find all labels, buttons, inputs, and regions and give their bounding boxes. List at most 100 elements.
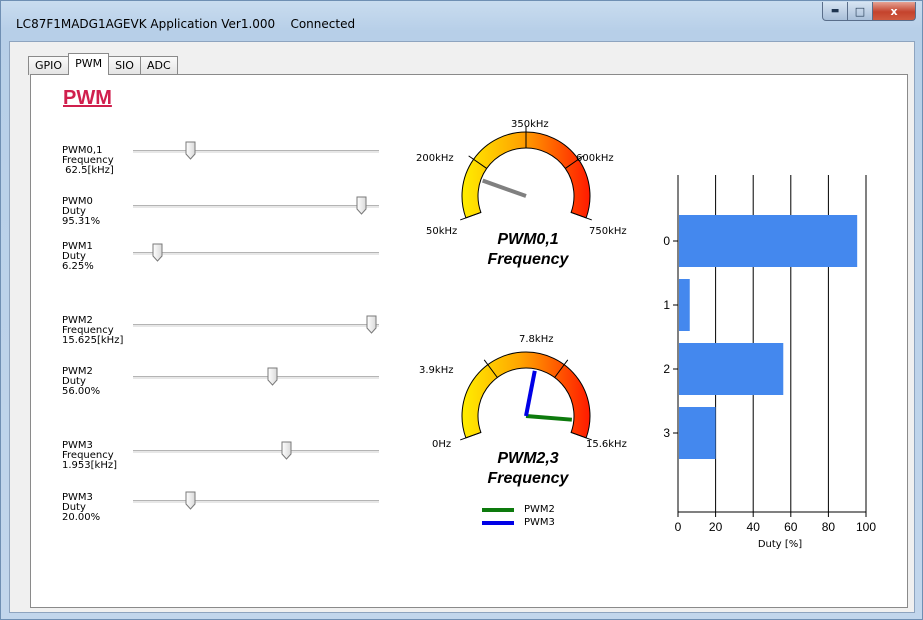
slider-track [133, 376, 379, 380]
gauge1-tick-label: 50kHz [426, 226, 458, 237]
window-title: LC87F1MADG1AGEVK Application Ver1.000 Co… [16, 17, 356, 31]
pwm3-duty-slider[interactable] [133, 490, 379, 512]
page-title: PWM [63, 87, 112, 109]
pwm23-frequency-gauge [451, 341, 601, 461]
gauge-needle [481, 178, 527, 198]
y-tick-label: 3 [663, 426, 670, 440]
gauge2-tick-label: 7.8kHz [519, 334, 554, 345]
legend-label: PWM3 [524, 517, 555, 528]
title-bar[interactable]: LC87F1MADG1AGEVK Application Ver1.000 Co… [1, 1, 922, 41]
pwm-panel: PWM PWM0,1 Frequency 62.5[kHz] PWM0 Duty… [30, 74, 908, 608]
slider-label-pwm3-frequency: PWM3 Frequency 1.953[kHz] [62, 441, 117, 471]
close-button[interactable]: x [873, 2, 916, 21]
slider-thumb-shape [281, 441, 292, 460]
slider-track [133, 252, 379, 256]
slider-thumb[interactable] [152, 243, 163, 262]
maximize-button[interactable]: □ [848, 2, 873, 21]
slider-thumb-shape [185, 141, 196, 160]
bar [679, 215, 858, 267]
slider-label-pwm01-frequency: PWM0,1 Frequency 62.5[kHz] [62, 146, 114, 176]
slider-thumb[interactable] [185, 141, 196, 160]
x-tick-label: 20 [709, 520, 723, 534]
gauge2-legend: PWM2 PWM3 [482, 503, 555, 529]
slider-thumb[interactable] [267, 367, 278, 386]
slider-thumb-body [152, 243, 163, 262]
minimize-button[interactable]: ▬ [822, 2, 848, 21]
bar [679, 343, 784, 395]
slider-thumb-body [281, 441, 292, 460]
slider-label-pwm0-duty: PWM0 Duty 95.31% [62, 197, 100, 227]
gauge2-tick-label: 15.6kHz [586, 439, 627, 450]
slider-thumb-body [356, 196, 367, 215]
slider-label-pwm3-duty: PWM3 Duty 20.00% [62, 493, 100, 523]
pwm0-duty-slider[interactable] [133, 195, 379, 217]
slider-label-pwm2-frequency: PWM2 Frequency 15.625[kHz] [62, 316, 123, 346]
pwm3-frequency-slider[interactable] [133, 440, 379, 462]
gauge-needle [525, 414, 573, 422]
slider-track [133, 205, 379, 209]
pwm2-frequency-slider[interactable] [133, 314, 379, 336]
chart-svg: 0 20 40 60 80 100 0 1 2 3 Duty [%] [663, 175, 876, 550]
tab-gpio[interactable]: GPIO [28, 56, 70, 75]
label-line: 56.00% [62, 386, 101, 397]
slider-thumb-shape [152, 243, 163, 262]
slider-thumb[interactable] [356, 196, 367, 215]
slider-track [133, 450, 379, 454]
gauge1-tick-label: 600kHz [576, 153, 614, 164]
gauge2-tick-label: 3.9kHz [419, 365, 454, 376]
gauge1-tick-label: 200kHz [416, 153, 454, 164]
gauge2-subtitle: Frequency [487, 470, 569, 487]
gauge2-tick-label: 0Hz [432, 439, 452, 450]
slider-thumb[interactable] [366, 315, 377, 334]
slider-track [133, 500, 379, 504]
gauge1-tick-label: 350kHz [511, 119, 549, 130]
y-tick-label: 1 [663, 298, 670, 312]
pwm01-frequency-slider[interactable] [133, 140, 379, 162]
tab-adc[interactable]: ADC [139, 56, 178, 75]
label-line: 15.625[kHz] [62, 335, 124, 346]
slider-thumb-body [366, 315, 377, 334]
x-tick-label: 0 [675, 520, 682, 534]
tab-sio[interactable]: SIO [108, 56, 141, 75]
legend-swatch [482, 520, 514, 525]
slider-track [133, 150, 379, 154]
gauge-svg [460, 351, 592, 441]
label-line: 1.953[kHz] [62, 460, 117, 471]
pwm2-duty-slider[interactable] [133, 366, 379, 388]
label-line: 20.00% [62, 512, 101, 523]
pwm1-duty-slider[interactable] [133, 242, 379, 264]
y-tick-label: 2 [663, 362, 670, 376]
slider-thumb-body [185, 491, 196, 510]
bar [679, 407, 716, 459]
label-line: 6.25% [62, 261, 94, 272]
slider-thumb-shape [356, 196, 367, 215]
app-window: LC87F1MADG1AGEVK Application Ver1.000 Co… [0, 0, 923, 620]
close-icon: x [890, 4, 898, 18]
client-area: GPIO PWM SIO ADC PWM PWM0,1 Frequency 62… [9, 41, 915, 613]
tab-pwm[interactable]: PWM [68, 53, 110, 75]
gauge2-title: PWM2,3 [497, 450, 559, 467]
slider-thumb[interactable] [281, 441, 292, 460]
label-line: 62.5[kHz] [62, 165, 114, 176]
slider-thumb-shape [366, 315, 377, 334]
y-tick-label: 0 [663, 234, 670, 248]
x-tick-label: 80 [822, 520, 836, 534]
slider-thumb-shape [185, 491, 196, 510]
slider-label-pwm1-duty: PWM1 Duty 6.25% [62, 242, 94, 272]
tab-strip: GPIO PWM SIO ADC [28, 53, 178, 75]
legend-item: PWM2 [482, 503, 555, 516]
slider-thumb-body [267, 367, 278, 386]
slider-thumb-body [185, 141, 196, 160]
legend-item: PWM3 [482, 516, 555, 529]
gauge-needle [524, 370, 537, 417]
x-axis-label: Duty [%] [758, 539, 802, 550]
slider-thumb[interactable] [185, 491, 196, 510]
legend-swatch [482, 507, 514, 512]
gauge1-subtitle: Frequency [487, 251, 569, 268]
duty-bar-chart: 0 20 40 60 80 100 0 1 2 3 Duty [%] [658, 175, 898, 555]
slider-thumb-shape [267, 367, 278, 386]
gauge1-title: PWM0,1 [497, 231, 559, 248]
x-tick-label: 100 [856, 520, 876, 534]
pwm01-frequency-gauge [451, 121, 601, 241]
gauge-arc [461, 351, 591, 439]
